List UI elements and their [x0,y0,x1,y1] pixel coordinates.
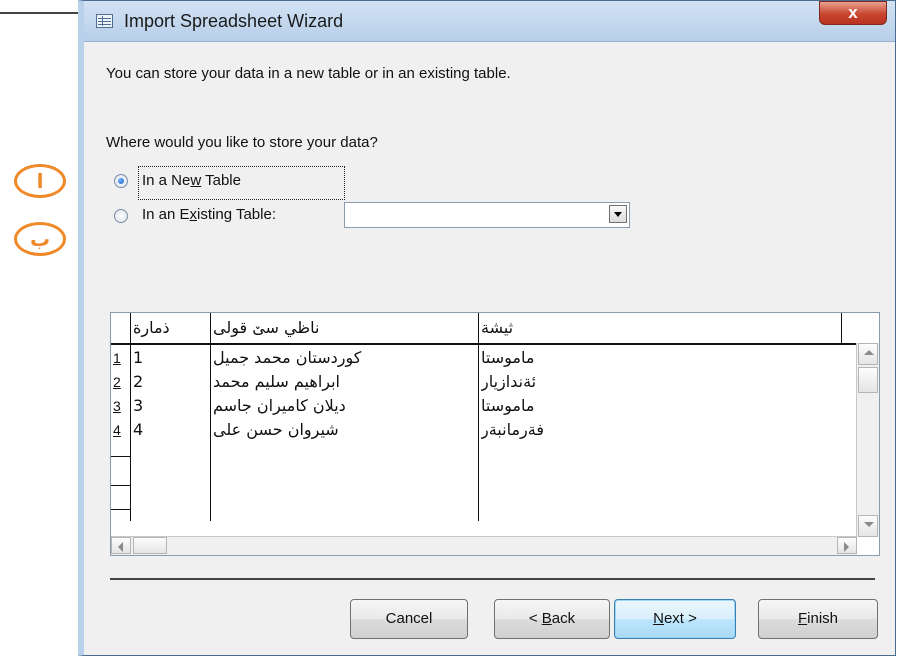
next-button[interactable]: Next > [614,599,736,639]
row-selector[interactable]: 4 [113,418,127,442]
data-preview-grid[interactable]: ذمارة ناظي سێ قولی ثيشة 1 1 كوردستان محم… [110,312,880,556]
vertical-scroll-thumb[interactable] [858,367,878,393]
scroll-left-button[interactable] [111,537,131,554]
row-selector[interactable]: 3 [113,394,127,418]
guide-line [0,12,80,14]
scroll-down-button[interactable] [858,515,878,537]
close-button[interactable]: x [819,1,887,25]
column-header-job[interactable]: ثيشة [481,313,837,343]
cell-name: كوردستان محمد جميل [213,348,362,367]
dropdown-arrow-icon[interactable] [609,205,627,223]
finish-button[interactable]: Finish [758,599,878,639]
row-selector-divider [111,485,130,486]
button-separator [110,578,875,580]
existing-table-radio[interactable] [114,209,128,223]
cell-number: 4 [133,420,144,439]
table-icon [96,14,113,28]
cell-job: ئةندازيار [481,372,537,391]
cell-number: 2 [133,372,144,391]
existing-table-select[interactable] [344,202,630,228]
grid-column-divider [478,313,479,521]
cell-number: 1 [133,348,144,367]
existing-table-label[interactable]: In an Existing Table: [142,206,276,223]
cell-job: ماموستا [481,348,535,367]
cell-name: ابراهيم سليم محمد [213,372,340,391]
horizontal-scrollbar[interactable] [111,536,857,555]
question-text: Where would you like to store your data? [106,134,378,151]
cell-number: 3 [133,396,144,415]
intro-text: You can store your data in a new table o… [106,65,511,82]
cell-job: فةرمانبةر [481,420,544,439]
scroll-right-icon [844,542,849,552]
scroll-down-icon [864,522,874,527]
grid-column-divider [210,313,211,521]
header-divider [111,343,857,345]
cell-name: شيروان حسن على [213,420,339,439]
vertical-scrollbar[interactable] [856,343,879,537]
new-table-radio[interactable] [114,174,128,188]
annotation-marker-first: ا [14,164,66,198]
grid-column-divider [130,313,131,521]
grid-column-divider [841,313,842,343]
column-header-name[interactable]: ناظي سێ قولی [213,313,475,343]
row-selector-divider [111,456,130,457]
horizontal-scroll-thumb[interactable] [133,537,167,554]
cancel-button[interactable]: Cancel [350,599,468,639]
import-wizard-window: Import Spreadsheet Wizard x You can stor… [78,0,896,656]
row-selector[interactable]: 1 [113,346,127,370]
cell-name: ديلان كاميران جاسم [213,396,346,415]
row-selector[interactable]: 2 [113,370,127,394]
title-bar[interactable]: Import Spreadsheet Wizard x [84,1,895,42]
wizard-content: You can store your data in a new table o… [84,42,895,655]
scroll-up-icon [864,350,874,355]
scroll-right-button[interactable] [837,537,857,554]
back-button[interactable]: < Back [494,599,610,639]
window-title: Import Spreadsheet Wizard [124,11,344,31]
column-header-number[interactable]: ذمارة [133,313,207,343]
cell-job: ماموستا [481,396,535,415]
scroll-up-button[interactable] [858,343,878,365]
annotation-marker-second: ب [14,222,66,256]
scroll-left-icon [118,542,123,552]
row-selector-divider [111,509,130,510]
new-table-label[interactable]: In a New Table [142,172,241,189]
